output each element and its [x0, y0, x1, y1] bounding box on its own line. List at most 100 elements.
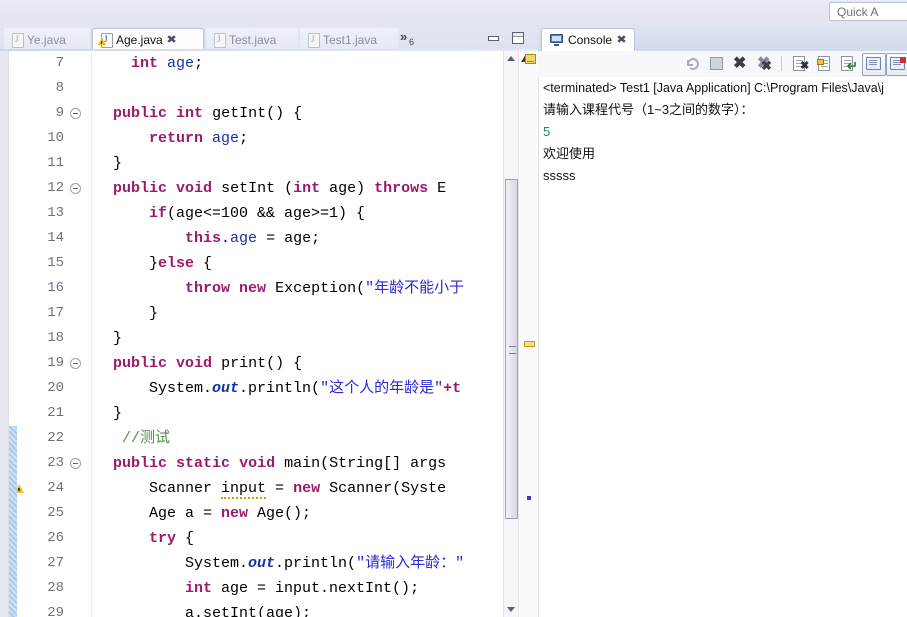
fold-toggle-icon[interactable]	[70, 108, 81, 119]
quick-access-input[interactable]: Quick A	[829, 2, 907, 21]
ruler-warning-summary-icon[interactable]	[525, 54, 536, 64]
editor-tab-age-java[interactable]: J Age.java ✖	[92, 28, 204, 51]
code-line[interactable]: 9 public int getInt() {	[0, 101, 538, 126]
code-lines[interactable]: 7 int age; 8 9 public int getInt() {10 ret…	[0, 51, 538, 617]
code-line[interactable]: 15 }else {	[0, 251, 538, 276]
fold-toggle-icon[interactable]	[70, 183, 81, 194]
line-number: 22	[47, 430, 64, 446]
code-text: this.age = age;	[185, 230, 321, 247]
line-number: 25	[47, 505, 64, 521]
code-text: Age a = new Age();	[95, 505, 312, 522]
chevron-double-right-icon: »	[400, 29, 408, 44]
code-text: a.setInt(age);	[95, 605, 312, 617]
code-line[interactable]: 22 //测试	[0, 426, 538, 451]
display-selected-console-button[interactable]	[886, 53, 907, 76]
console-output-line: 欢迎使用	[543, 146, 596, 161]
code-line[interactable]: 18 }	[0, 326, 538, 351]
console-output-line: sssss	[543, 168, 576, 183]
line-number: 9	[55, 105, 64, 121]
change-bar	[9, 426, 17, 617]
line-number: 28	[47, 580, 64, 596]
scroll-down-arrow-icon[interactable]	[507, 607, 515, 612]
code-line[interactable]: 25 Age a = new Age();	[0, 501, 538, 526]
code-text: public void print() {	[113, 355, 303, 372]
java-file-icon: J	[307, 32, 320, 48]
code-line[interactable]: 12 public void setInt (int age) throws E	[0, 176, 538, 201]
clear-console-icon[interactable]: ✖	[792, 55, 809, 72]
code-line[interactable]: 29 a.setInt(age);	[0, 601, 538, 617]
console-icon	[550, 34, 563, 46]
code-line[interactable]: 11 }	[0, 151, 538, 176]
line-number: 7	[55, 55, 64, 71]
line-number: 15	[47, 255, 64, 271]
ruler-occurrence-marker[interactable]	[527, 496, 531, 500]
code-line[interactable]: 13 if(age<=100 && age>=1) {	[0, 201, 538, 226]
remove-all-terminated-icon[interactable]: ✖ ✖	[756, 55, 773, 73]
editor-tab-ye-java[interactable]: J Ye.java	[4, 28, 90, 51]
code-line[interactable]: 7 int age;	[0, 51, 538, 76]
editor-vertical-scrollbar[interactable]	[503, 51, 519, 617]
code-text: }	[95, 405, 123, 422]
scroll-lock-icon[interactable]	[816, 55, 833, 72]
ruler-warning-marker[interactable]	[524, 341, 535, 347]
line-number: 16	[47, 280, 64, 296]
editor-maximize-button[interactable]	[511, 31, 525, 45]
code-line[interactable]: 27 System.out.println("请输入年龄："	[0, 551, 538, 576]
code-editor[interactable]: 7 int age; 8 9 public int getInt() {10 ret…	[0, 51, 538, 617]
word-wrap-icon[interactable]	[840, 55, 857, 72]
code-line[interactable]: 24 Scanner input = new Scanner(Syste	[0, 476, 538, 501]
terminate-icon[interactable]	[708, 55, 725, 72]
console-output-line: 5	[543, 124, 551, 139]
overview-ruler[interactable]	[518, 51, 538, 617]
editor-tab-test-java[interactable]: J Test.java	[206, 28, 298, 51]
line-number: 14	[47, 230, 64, 246]
code-text: System.out.println("请输入年龄："	[95, 555, 465, 572]
remove-launch-icon[interactable]: ✖	[732, 55, 749, 72]
java-file-icon: J	[11, 32, 24, 48]
close-icon[interactable]: ✖	[616, 34, 627, 46]
pin-console-button[interactable]	[862, 53, 886, 76]
code-text: }else {	[95, 255, 213, 272]
scrollbar-thumb[interactable]	[505, 179, 518, 519]
console-part: Console ✖ ✖ ✖ ✖ ✖ <terminated> Test1 [Ja…	[538, 26, 907, 617]
terminate-relaunch-icon[interactable]	[684, 55, 701, 72]
line-number: 8	[55, 80, 64, 96]
editor-tab-label: Test1.java	[323, 32, 378, 47]
code-line[interactable]: 23 public static void main(String[] args	[0, 451, 538, 476]
java-file-icon: J	[213, 32, 226, 48]
editor-tab-overflow-button[interactable]: » 6	[400, 29, 426, 50]
code-line[interactable]: 19 public void print() {	[0, 351, 538, 376]
editor-tab-label: Ye.java	[27, 32, 66, 47]
code-line[interactable]: 16 throw new Exception("年龄不能小于	[0, 276, 538, 301]
close-icon[interactable]: ✖	[166, 34, 177, 46]
editor-tab-test1-java[interactable]: J Test1.java	[300, 28, 398, 51]
code-line[interactable]: 17 }	[0, 301, 538, 326]
top-strip: Quick A	[0, 0, 907, 26]
code-line[interactable]: 8	[0, 76, 538, 101]
console-tab[interactable]: Console ✖	[541, 28, 636, 51]
code-text: try {	[149, 530, 195, 547]
line-number: 21	[47, 405, 64, 421]
code-line[interactable]: 28 int age = input.nextInt();	[0, 576, 538, 601]
toolbar-separator	[781, 56, 782, 71]
code-text: }	[95, 330, 123, 347]
fold-toggle-icon[interactable]	[70, 458, 81, 469]
code-text: public void setInt (int age) throws E	[113, 180, 447, 197]
code-line[interactable]: 20 System.out.println("这个人的年龄是"+t	[0, 376, 538, 401]
console-output[interactable]: <terminated> Test1 [Java Application] C:…	[538, 77, 907, 617]
editor-minimize-button[interactable]	[487, 31, 501, 45]
code-line[interactable]: 14 this.age = age;	[0, 226, 538, 251]
code-text: int age = input.nextInt();	[185, 580, 420, 597]
fold-toggle-icon[interactable]	[70, 358, 81, 369]
java-file-warning-icon: J	[98, 33, 113, 48]
code-text: public int getInt() {	[113, 105, 303, 122]
code-line[interactable]: 10 return age;	[0, 126, 538, 151]
code-line[interactable]: 21 }	[0, 401, 538, 426]
code-line[interactable]: 26 try {	[0, 526, 538, 551]
code-text: throw new Exception("年龄不能小于	[185, 280, 465, 297]
code-text: return age;	[149, 130, 249, 147]
line-number: 23	[47, 455, 64, 471]
scroll-up-arrow-icon[interactable]	[507, 56, 515, 61]
console-output-line: 请输入课程代号（1~3之间的数字）：	[543, 102, 754, 117]
editor-part: J Ye.java J Age.java ✖ J Test.java J Tes…	[0, 26, 538, 617]
